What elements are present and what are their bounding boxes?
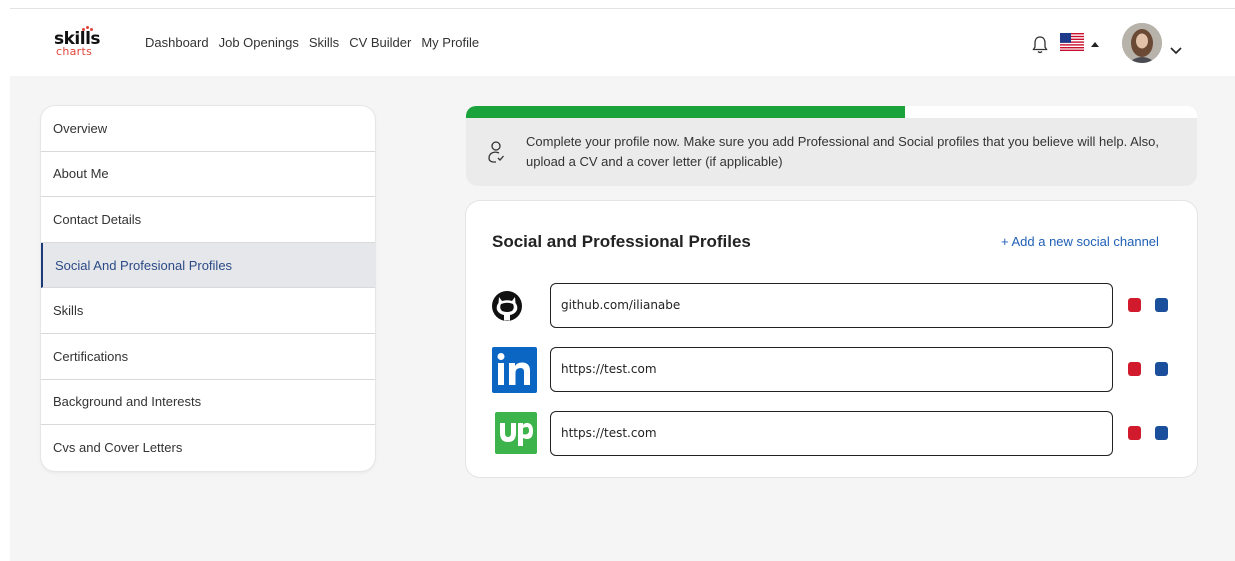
bell-icon[interactable]: [1032, 35, 1048, 55]
chevron-down-icon[interactable]: [1170, 40, 1182, 55]
skills-charts-logo[interactable]: skills charts: [54, 26, 116, 62]
nav-cv-builder[interactable]: CV Builder: [349, 35, 411, 50]
sidebar-item-background-interests[interactable]: Background and Interests: [41, 380, 375, 426]
profile-progress-bar: [466, 106, 1197, 118]
nav-job-openings[interactable]: Job Openings: [219, 35, 299, 50]
section-title: Social and Professional Profiles: [492, 232, 751, 251]
add-social-channel-link[interactable]: + Add a new social channel: [1001, 234, 1159, 249]
github-icon: [490, 283, 538, 329]
profile-url-input[interactable]: https://test.com: [550, 347, 1113, 392]
nav-skills[interactable]: Skills: [309, 35, 339, 50]
sidebar-item-about-me[interactable]: About Me: [41, 152, 375, 198]
logo-word-charts: charts: [56, 45, 93, 58]
main-nav: Dashboard Job Openings Skills CV Builder…: [145, 35, 489, 50]
delete-icon[interactable]: [1128, 362, 1141, 376]
social-profiles-card: Social and Professional Profiles + Add a…: [466, 201, 1197, 477]
caret-up-icon[interactable]: [1091, 42, 1099, 47]
sidebar-item-social-profiles[interactable]: Social And Profesional Profiles: [41, 242, 375, 289]
avatar[interactable]: [1122, 23, 1162, 63]
edit-icon[interactable]: [1155, 426, 1168, 440]
profile-url-input[interactable]: github.com/ilianabe: [550, 283, 1113, 328]
nav-my-profile[interactable]: My Profile: [421, 35, 479, 50]
profile-sidebar: Overview About Me Contact Details Social…: [41, 106, 375, 471]
delete-icon[interactable]: [1128, 298, 1141, 312]
profile-row-upwork: https://test.com: [490, 411, 1180, 457]
profile-completion-notice: Complete your profile now. Make sure you…: [466, 118, 1197, 186]
profile-row-linkedin: https://test.com: [490, 347, 1180, 393]
nav-dashboard[interactable]: Dashboard: [145, 35, 209, 50]
us-flag-icon[interactable]: [1060, 33, 1084, 51]
top-navbar: skills charts Dashboard Job Openings Ski…: [10, 9, 1235, 76]
sidebar-item-skills[interactable]: Skills: [41, 288, 375, 334]
edit-icon[interactable]: [1155, 298, 1168, 312]
sidebar-item-cvs-cover-letters[interactable]: Cvs and Cover Letters: [41, 425, 375, 471]
delete-icon[interactable]: [1128, 426, 1141, 440]
sidebar-item-certifications[interactable]: Certifications: [41, 334, 375, 380]
linkedin-icon: [490, 347, 538, 393]
sidebar-item-overview[interactable]: Overview: [41, 106, 375, 152]
notice-text: Complete your profile now. Make sure you…: [526, 134, 1160, 169]
user-check-icon: [487, 140, 505, 164]
progress-fill: [466, 106, 905, 118]
profile-row-github: github.com/ilianabe: [490, 283, 1180, 329]
profile-url-input[interactable]: https://test.com: [550, 411, 1113, 456]
sidebar-item-contact-details[interactable]: Contact Details: [41, 197, 375, 243]
edit-icon[interactable]: [1155, 362, 1168, 376]
upwork-icon: [490, 411, 538, 457]
